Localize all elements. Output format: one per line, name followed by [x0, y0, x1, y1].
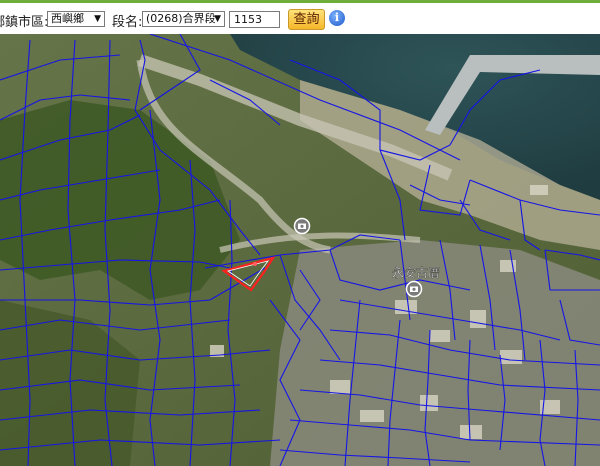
district-select[interactable]: 西嶼鄉 ▼: [47, 11, 105, 27]
district-select-value: 西嶼鄉: [51, 12, 84, 25]
photo-marker[interactable]: [293, 217, 311, 235]
query-toolbar: 鄉鎮市區: 西嶼鄉 ▼ 段名: (0268)合界段 ▼ 1153 查詢 i: [0, 0, 600, 34]
parcel-node: [253, 262, 257, 266]
place-label: 永安古厝: [392, 265, 440, 280]
chevron-down-icon: ▼: [214, 14, 221, 24]
section-select[interactable]: (0268)合界段 ▼: [142, 11, 225, 27]
section-label: 段名:: [112, 15, 143, 30]
section-select-value: (0268)合界段: [146, 12, 216, 25]
parcel-number-input[interactable]: 1153: [229, 11, 280, 28]
query-button[interactable]: 查詢: [288, 9, 325, 30]
camera-icon[interactable]: [405, 280, 423, 298]
info-icon[interactable]: i: [329, 10, 345, 26]
district-label: 鄉鎮市區:: [0, 15, 49, 30]
parcel-map[interactable]: 永安古厝: [0, 34, 600, 466]
chevron-down-icon: ▼: [94, 14, 101, 24]
